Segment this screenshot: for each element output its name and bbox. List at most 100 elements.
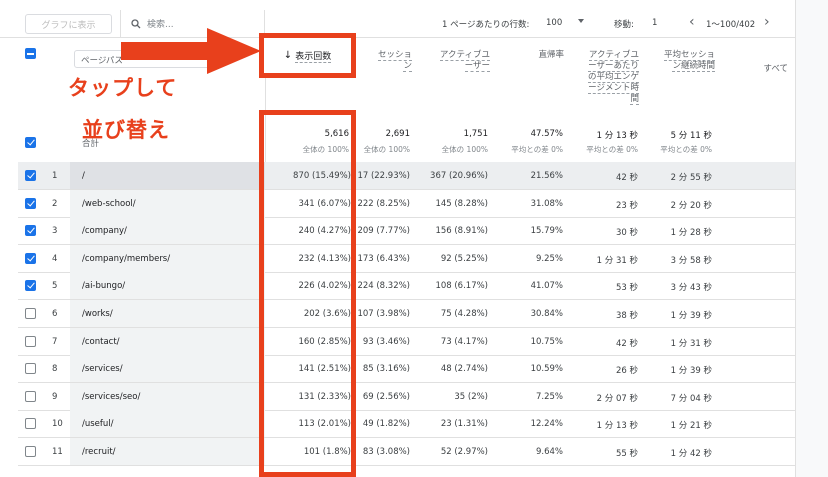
page-range: 1〜100/402 <box>706 20 756 30</box>
cell-users: 73 (4.17%) <box>440 336 488 347</box>
table-row[interactable]: 1/870 (15.49%) 17 (22.93%) 367 (20.96%) 21.… <box>18 162 795 190</box>
page-path-cell: / <box>82 171 85 181</box>
row-checkbox[interactable] <box>25 252 36 264</box>
cell-eng: 42 秒 <box>615 173 638 183</box>
select-all-checkbox[interactable] <box>25 48 36 59</box>
cell-dur: 3 分 58 秒 <box>670 255 712 266</box>
total-bounce-rate: 47.57% <box>530 129 563 139</box>
total-active-users: 1,751 <box>463 129 488 139</box>
total-active-users-sub: 全体の 100% <box>441 145 488 154</box>
row-checkbox[interactable] <box>25 335 36 347</box>
total-avg-duration-sub: 平均との差 0% <box>660 145 712 154</box>
col-header-avg-engagement[interactable]: アクティブユーザーあたりの平均エンゲージメント時間 <box>585 50 639 105</box>
cell-users: 35 (2%) <box>454 391 488 402</box>
side-panel <box>795 0 828 477</box>
total-avg-engagement: 1 分 13 秒 <box>596 131 638 141</box>
row-number: 9 <box>52 391 58 402</box>
chevron-down-icon[interactable] <box>578 19 584 23</box>
col-header-sessions[interactable]: セッション <box>372 50 412 72</box>
cell-sessions: 17 (22.93%) <box>357 171 410 181</box>
col-header-avg-session-duration[interactable]: 平均セッション継続時間 <box>660 50 715 72</box>
cell-bounce: 10.75% <box>530 336 563 347</box>
cell-users: 48 (2.74%) <box>440 364 488 375</box>
cell-eng: 42 秒 <box>615 338 638 349</box>
highlight-views-column <box>259 110 356 477</box>
page-path-cell: /services/seo/ <box>82 391 141 402</box>
row-checkbox[interactable] <box>25 418 36 430</box>
cell-users: 367 (20.96%) <box>430 171 488 181</box>
cell-eng: 53 秒 <box>615 283 638 294</box>
table-row[interactable]: 5/ai-bungo/226 (4.02%) 224 (8.32%) 108 (6.… <box>18 272 795 301</box>
annotation-arrow-icon <box>121 28 261 74</box>
table-row[interactable]: 3/company/240 (4.27%) 209 (7.77%) 156 (8.9… <box>18 217 795 246</box>
table-row[interactable]: 4/company/members/232 (4.13%) 173 (6.43%)… <box>18 244 795 273</box>
cell-bounce: 12.24% <box>530 419 563 430</box>
cell-sessions: 107 (3.98%) <box>357 309 410 319</box>
table-row[interactable]: 11/recruit/101 (1.8%) 83 (3.08%) 52 (2.97%… <box>18 438 795 466</box>
totals-checkbox[interactable] <box>25 137 36 148</box>
rows-per-page-label: 1 ページあたりの行数: <box>442 20 530 30</box>
row-checkbox[interactable] <box>25 390 36 402</box>
row-checkbox[interactable] <box>25 446 36 457</box>
cell-bounce: 7.25% <box>535 391 563 402</box>
cell-eng: 26 秒 <box>615 366 638 377</box>
table-row[interactable]: 9/services/seo/131 (2.33%) 69 (2.56%) 35 (… <box>18 382 795 411</box>
table-row[interactable]: 6/works/202 (3.6%) 107 (3.98%) 75 (4.28%) 3… <box>18 300 795 328</box>
page-path-cell: /company/ <box>82 226 127 237</box>
page-path-cell: /services/ <box>82 364 123 375</box>
cell-dur: 7 分 04 秒 <box>670 393 712 404</box>
cell-users: 108 (6.17%) <box>435 281 488 292</box>
row-checkbox[interactable] <box>25 197 36 209</box>
row-number: 5 <box>52 281 58 292</box>
row-checkbox[interactable] <box>25 280 36 292</box>
table-toolbar: グラフに表示 検索... 1 ページあたりの行数: 100 移動: 1 ‹ 1〜… <box>0 10 795 38</box>
row-number: 11 <box>52 447 63 457</box>
cell-sessions: 85 (3.16%) <box>362 364 410 375</box>
page-path-cell: /useful/ <box>82 419 114 430</box>
cell-sessions: 49 (1.82%) <box>362 419 410 430</box>
col-header-views[interactable]: ↓ 表示回数 <box>259 33 356 78</box>
table-row[interactable]: 8/services/141 (2.51%) 85 (3.16%) 48 (2.74… <box>18 355 795 384</box>
col-header-active-users[interactable]: アクティブユーザー <box>434 50 490 72</box>
row-checkbox[interactable] <box>25 170 36 181</box>
cell-users: 92 (5.25%) <box>440 253 488 264</box>
cell-eng: 23 秒 <box>615 200 638 211</box>
cell-dur: 1 分 28 秒 <box>670 228 712 239</box>
row-number: 8 <box>52 364 58 375</box>
total-sessions-sub: 全体の 100% <box>363 145 410 154</box>
cell-users: 52 (2.97%) <box>440 447 488 457</box>
annotation-sort-text: 並び替え <box>82 118 170 142</box>
page-path-cell: /company/members/ <box>82 253 171 264</box>
cell-bounce: 21.56% <box>530 171 563 181</box>
row-checkbox[interactable] <box>25 308 36 319</box>
cell-dur: 1 分 39 秒 <box>670 311 712 321</box>
row-number: 6 <box>52 309 58 319</box>
col-header-bounce-rate[interactable]: 直帰率 <box>512 50 564 61</box>
col-header-all[interactable]: すべて <box>738 64 788 75</box>
cell-sessions: 93 (3.46%) <box>362 336 410 347</box>
prev-page-icon[interactable]: ‹ <box>689 15 695 29</box>
cell-bounce: 9.25% <box>535 253 563 264</box>
total-bounce-rate-sub: 平均との差 0% <box>511 145 563 154</box>
cell-bounce: 31.08% <box>530 198 563 209</box>
search-icon <box>131 18 141 28</box>
cell-sessions: 69 (2.56%) <box>362 391 410 402</box>
next-page-icon[interactable]: › <box>764 15 770 29</box>
goto-page-input[interactable]: 1 <box>652 18 657 28</box>
cell-sessions: 222 (8.25%) <box>357 198 410 209</box>
analytics-page: グラフに表示 検索... 1 ページあたりの行数: 100 移動: 1 ‹ 1〜… <box>0 0 828 477</box>
table-row[interactable]: 2/web-school/341 (6.07%) 222 (8.25%) 145 (… <box>18 189 795 218</box>
cell-dur: 3 分 43 秒 <box>670 283 712 294</box>
table-row[interactable]: 10/useful/113 (2.01%) 49 (1.82%) 23 (1.31%… <box>18 410 795 439</box>
rows-per-page-select[interactable]: 100 <box>546 18 562 28</box>
page-path-cell: /works/ <box>82 309 113 319</box>
cell-eng: 1 分 31 秒 <box>596 255 638 266</box>
cell-eng: 2 分 07 秒 <box>596 393 638 404</box>
row-checkbox[interactable] <box>25 363 36 375</box>
cell-users: 23 (1.31%) <box>440 419 488 430</box>
table-row[interactable]: 7/contact/160 (2.85%) 93 (3.46%) 73 (4.17%… <box>18 327 795 356</box>
row-checkbox[interactable] <box>25 225 36 237</box>
cell-users: 156 (8.91%) <box>435 226 488 237</box>
cell-bounce: 30.84% <box>530 309 563 319</box>
plot-rows-button[interactable]: グラフに表示 <box>25 14 112 34</box>
